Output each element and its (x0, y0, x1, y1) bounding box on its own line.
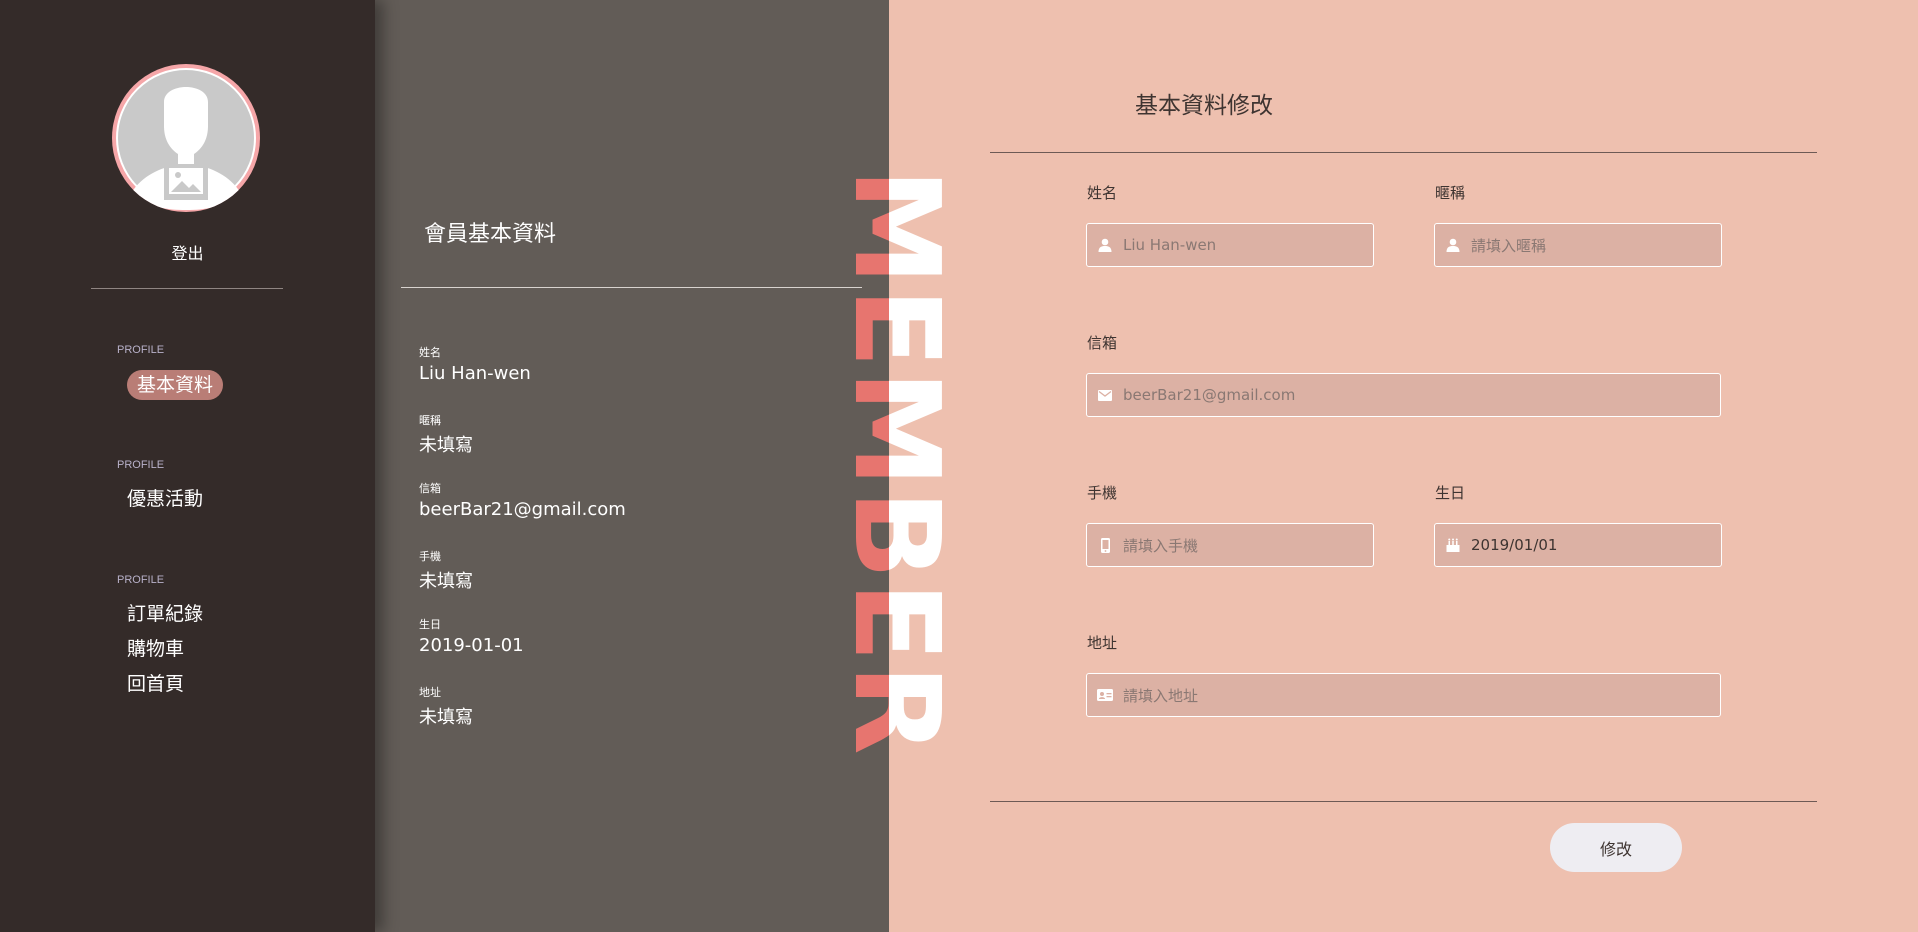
member-info-panel: 會員基本資料 姓名 Liu Han-wen 暱稱 未填寫 信箱 beerBar2… (375, 0, 889, 932)
sidebar-group-label: PROFILE (117, 344, 165, 356)
birthday-field-label: 生日 (1435, 484, 1466, 502)
id-card-icon (1087, 673, 1123, 717)
nickname-field-label: 暱稱 (1435, 184, 1466, 202)
email-field-label: 信箱 (1087, 334, 1118, 352)
info-phone-label: 手機 (419, 550, 441, 563)
avatar[interactable] (112, 64, 260, 212)
email-input[interactable]: beerBar21@gmail.com (1086, 373, 1721, 417)
info-birthday-value: 2019-01-01 (419, 635, 524, 656)
info-name-label: 姓名 (419, 346, 441, 359)
sidebar-item-basic-info[interactable]: 基本資料 (127, 370, 224, 400)
info-divider (401, 287, 862, 288)
form-top-divider (990, 152, 1817, 153)
birthday-input-value: 2019/01/01 (1471, 536, 1558, 554)
user-icon (1087, 223, 1123, 267)
form-title: 基本資料修改 (1135, 93, 1273, 119)
name-field-label: 姓名 (1087, 184, 1118, 202)
email-input-placeholder: beerBar21@gmail.com (1123, 386, 1296, 404)
envelope-icon (1087, 373, 1123, 417)
birthday-input[interactable]: 2019/01/01 (1434, 523, 1722, 567)
info-nickname-label: 暱稱 (419, 414, 441, 427)
user-icon (1435, 223, 1471, 267)
submit-button[interactable]: 修改 (1550, 823, 1682, 872)
sidebar-item-cart[interactable]: 購物車 (127, 637, 184, 661)
avatar-placeholder-icon (116, 68, 256, 210)
sidebar: 登出 PROFILE 基本資料 PROFILE 優惠活動 PROFILE 訂單紀… (0, 0, 375, 932)
cake-icon (1435, 523, 1471, 567)
info-birthday-label: 生日 (419, 618, 441, 631)
nickname-input-placeholder: 請填入暱稱 (1471, 236, 1547, 255)
nickname-input[interactable]: 請填入暱稱 (1434, 223, 1722, 267)
form-bottom-divider (990, 801, 1817, 802)
sidebar-item-orders[interactable]: 訂單紀錄 (127, 602, 203, 626)
logout-link[interactable]: 登出 (0, 240, 375, 264)
sidebar-group-label: PROFILE (117, 459, 165, 471)
info-address-value: 未填寫 (419, 707, 473, 728)
sidebar-divider (91, 288, 283, 289)
info-nickname-value: 未填寫 (419, 435, 473, 456)
sidebar-item-home[interactable]: 回首頁 (127, 672, 184, 696)
info-email-label: 信箱 (419, 482, 441, 495)
info-phone-value: 未填寫 (419, 571, 473, 592)
mobile-icon (1087, 523, 1123, 567)
name-input[interactable]: Liu Han-wen (1086, 223, 1374, 267)
info-name-value: Liu Han-wen (419, 363, 531, 384)
phone-field-label: 手機 (1087, 484, 1118, 502)
address-field-label: 地址 (1087, 634, 1118, 652)
address-input[interactable]: 請填入地址 (1086, 673, 1721, 717)
sidebar-group-label: PROFILE (117, 574, 165, 586)
info-title: 會員基本資料 (424, 222, 557, 247)
info-email-value: beerBar21@gmail.com (419, 499, 626, 520)
sidebar-item-promotions[interactable]: 優惠活動 (127, 487, 203, 511)
phone-input[interactable]: 請填入手機 (1086, 523, 1374, 567)
address-input-placeholder: 請填入地址 (1123, 686, 1199, 705)
phone-input-placeholder: 請填入手機 (1123, 536, 1199, 555)
member-vertical-heading: MEMBER (828, 168, 966, 757)
info-address-label: 地址 (419, 686, 441, 699)
name-input-placeholder: Liu Han-wen (1123, 236, 1217, 254)
